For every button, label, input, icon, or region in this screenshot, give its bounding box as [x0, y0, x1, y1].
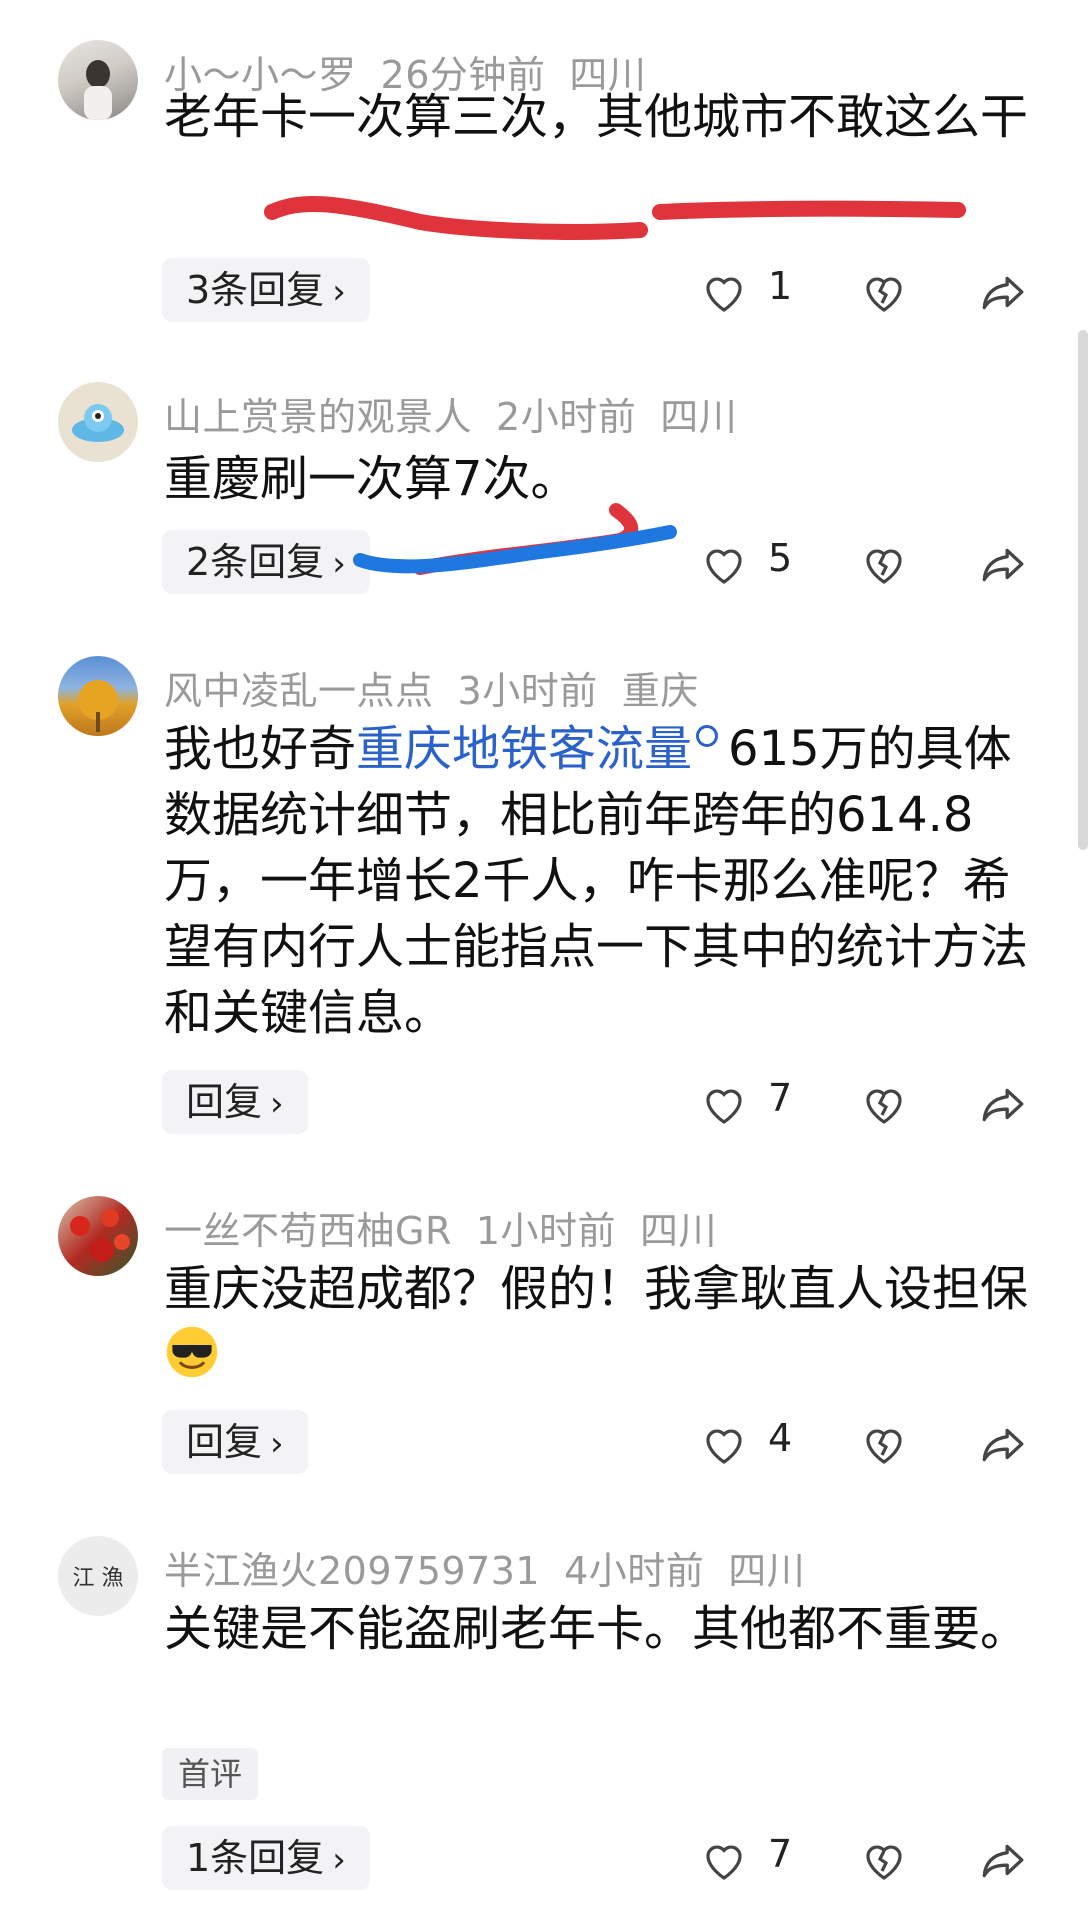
reply-label: 回复 — [186, 1080, 263, 1124]
broken-heart-icon[interactable] — [860, 268, 908, 316]
comment-meta: 山上赏景的观景人 2小时前 四川 — [164, 386, 761, 441]
share-arrow-icon[interactable] — [978, 1080, 1028, 1130]
avatar[interactable]: 江 漁 — [58, 1536, 138, 1616]
avatar[interactable] — [58, 1196, 138, 1276]
comment-text: 我也好奇重庆地铁客流量 615万的具体数据统计细节，相比前年跨年的614.8万，一… — [164, 716, 1034, 1046]
location: 四川 — [728, 1549, 806, 1593]
first-comment-badge: 首评 — [162, 1748, 259, 1800]
location: 四川 — [640, 1209, 718, 1253]
comment-actions: 5 — [700, 534, 1040, 594]
like-count: 4 — [768, 1416, 793, 1460]
like-count: 5 — [768, 536, 793, 580]
blue-underline-stroke — [353, 525, 677, 574]
comment-meta: 一丝不苟西柚GR 1小时前 四川 — [164, 1200, 741, 1255]
avatar-text: 江 漁 — [72, 1566, 124, 1591]
heart-outline-icon[interactable] — [700, 1080, 748, 1128]
reply-label: 1条回复 — [186, 1836, 325, 1880]
sunglasses-emoji-icon — [166, 1326, 218, 1378]
heart-outline-icon[interactable] — [700, 540, 748, 588]
heart-outline-icon[interactable] — [700, 1836, 748, 1884]
timestamp: 3小时前 — [457, 669, 598, 713]
comment-text: 重庆没超成都？假的！我拿耿直人设担保 — [164, 1256, 1034, 1388]
comment-meta: 风中凌乱一点点 3小时前 重庆 — [164, 660, 723, 715]
comment-actions: 4 — [700, 1414, 1040, 1474]
comment-text: 老年卡一次算三次，其他城市不敢这么干 — [164, 89, 1029, 145]
red-underline-stroke — [652, 200, 966, 220]
share-arrow-icon[interactable] — [978, 1420, 1028, 1470]
comment-text: 关键是不能盗刷老年卡。其他都不重要。 — [164, 1601, 1029, 1657]
chevron-right-icon: › — [332, 1840, 346, 1880]
location: 四川 — [660, 395, 738, 439]
reply-button[interactable]: 1条回复 › — [162, 1826, 370, 1890]
comment-text-segment: 我也好奇 — [164, 721, 357, 777]
avatar[interactable] — [58, 656, 138, 736]
reply-label: 2条回复 — [186, 540, 325, 584]
location: 重庆 — [621, 669, 699, 713]
chevron-right-icon: › — [270, 1084, 284, 1124]
comment-actions: 7 — [700, 1074, 1040, 1134]
reply-label: 回复 — [186, 1420, 263, 1464]
like-count: 7 — [768, 1832, 793, 1876]
share-arrow-icon[interactable] — [978, 540, 1028, 590]
username[interactable]: 半江渔火209759731 — [164, 1549, 540, 1593]
red-underline-stroke — [413, 503, 639, 575]
comment-actions: 7 — [700, 1830, 1040, 1890]
search-icon — [696, 725, 719, 747]
like-count: 1 — [768, 264, 793, 308]
red-underline-stroke — [264, 196, 648, 240]
comment-text-segment: 重庆没超成都？假的！我拿耿直人设担保 — [164, 1261, 1029, 1317]
comment-text: 重慶刷一次算7次。 — [164, 451, 579, 507]
avatar[interactable] — [58, 40, 138, 120]
share-arrow-icon[interactable] — [978, 268, 1028, 318]
broken-heart-icon[interactable] — [860, 1420, 908, 1468]
reply-button[interactable]: 回复 › — [162, 1070, 308, 1134]
comment-actions: 1 — [700, 262, 1040, 322]
username[interactable]: 山上赏景的观景人 — [164, 395, 472, 439]
chevron-right-icon: › — [332, 272, 346, 312]
scrollbar[interactable] — [1078, 330, 1088, 850]
broken-heart-icon[interactable] — [860, 540, 908, 588]
reply-button[interactable]: 回复 › — [162, 1410, 308, 1474]
reply-label: 3条回复 — [186, 268, 325, 312]
chevron-right-icon: › — [270, 1424, 284, 1464]
timestamp: 1小时前 — [475, 1209, 617, 1253]
chevron-right-icon: › — [332, 544, 346, 584]
broken-heart-icon[interactable] — [860, 1836, 908, 1884]
reply-button[interactable]: 3条回复 › — [162, 258, 370, 322]
username[interactable]: 一丝不苟西柚GR — [164, 1209, 452, 1253]
broken-heart-icon[interactable] — [860, 1080, 908, 1128]
avatar[interactable] — [58, 382, 138, 462]
share-arrow-icon[interactable] — [978, 1836, 1028, 1886]
timestamp: 2小时前 — [496, 395, 637, 439]
like-count: 7 — [768, 1076, 793, 1120]
reply-button[interactable]: 2条回复 › — [162, 530, 370, 594]
comment-meta: 半江渔火209759731 4小时前 四川 — [164, 1540, 829, 1595]
timestamp: 4小时前 — [564, 1549, 705, 1593]
heart-outline-icon[interactable] — [700, 1420, 748, 1468]
heart-outline-icon[interactable] — [700, 268, 748, 316]
username[interactable]: 风中凌乱一点点 — [164, 669, 434, 713]
search-link[interactable]: 重庆地铁客流量 — [356, 721, 692, 777]
